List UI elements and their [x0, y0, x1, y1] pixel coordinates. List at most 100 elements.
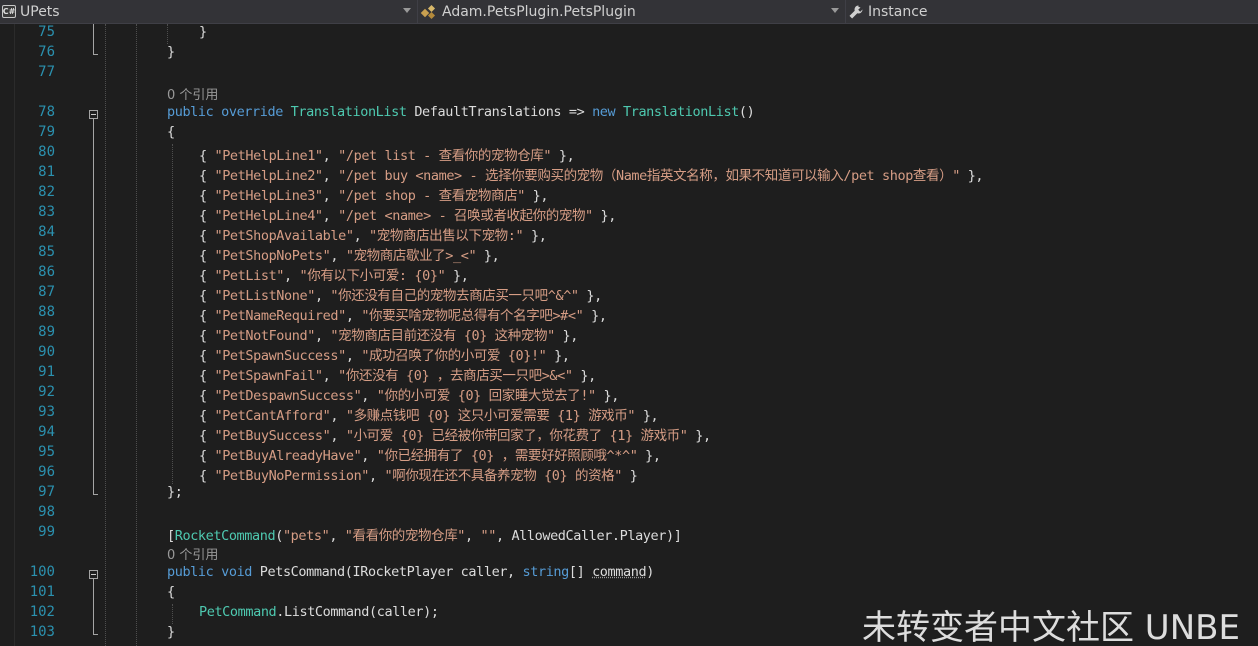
code-text[interactable]: { "PetBuyNoPermission", "啊你现在还不具备养宠物 {0}… — [199, 464, 638, 484]
code-text[interactable]: { "PetList", "你有以下小可爱: {0}" }, — [199, 264, 469, 284]
line-number: 101 — [29, 584, 55, 600]
type-token: TranslationList — [622, 104, 739, 120]
codelens-references-link[interactable]: 0 个引用 — [167, 84, 218, 103]
chevron-down-icon[interactable] — [403, 8, 411, 13]
code-editor[interactable]: 75} 76} 77 0 个引用 78 public override Translati… — [0, 24, 1258, 646]
code-text[interactable]: PetCommand.ListCommand(caller); — [199, 604, 439, 620]
code-token: { — [199, 228, 215, 244]
code-token: , — [330, 408, 346, 424]
line-number: 83 — [38, 204, 55, 220]
string-token: "/pet <name> - 召唤或者收起你的宠物" — [338, 208, 593, 224]
codelens-references-link[interactable]: 0 个引用 — [167, 544, 218, 563]
code-token: PetsCommand(IRocketPlayer caller, — [252, 564, 523, 580]
code-text[interactable]: { "PetHelpLine3", "/pet shop - 查看宠物商店" }… — [199, 184, 549, 204]
code-text[interactable]: { "PetHelpLine4", "/pet <name> - 召唤或者收起你… — [199, 204, 616, 224]
code-token: { — [199, 348, 215, 364]
member-dropdown[interactable]: Instance — [846, 0, 1258, 23]
code-text[interactable]: { "PetDespawnSuccess", "你的小可爱 {0} 回家睡大觉去… — [199, 384, 619, 404]
code-line: 96 { "PetBuyNoPermission", "啊你现在还不具备养宠物 {… — [0, 464, 1258, 484]
code-line: 87 { "PetListNone", "你还没有自己的宠物去商店买一只吧^&^"… — [0, 284, 1258, 304]
code-text[interactable]: public void PetsCommand(IRocketPlayer ca… — [167, 564, 654, 580]
code-token: }, — [546, 348, 570, 364]
code-text[interactable]: } — [167, 624, 175, 640]
code-token: ( — [275, 528, 283, 544]
code-line: 80 { "PetHelpLine1", "/pet list - 查看你的宠物仓… — [0, 144, 1258, 164]
chevron-down-icon[interactable] — [831, 8, 839, 13]
code-line: 82 { "PetHelpLine3", "/pet shop - 查看宠物商店"… — [0, 184, 1258, 204]
code-token: { — [199, 168, 215, 184]
string-token: "PetList" — [214, 268, 285, 284]
string-token: "啊你现在还不具备养宠物 {0} 的资格" — [384, 468, 623, 484]
code-token: , — [322, 188, 339, 204]
code-text[interactable]: { — [167, 124, 175, 140]
code-token: }, — [595, 388, 620, 404]
code-token: , — [330, 428, 346, 444]
code-token: }, — [578, 288, 602, 304]
code-text[interactable]: { "PetShopNoPets", "宠物商店歇业了>_<" }, — [199, 244, 500, 264]
string-token: "PetListNone" — [214, 288, 315, 304]
line-number: 99 — [38, 524, 55, 540]
keyword-token: string — [522, 564, 570, 580]
project-dropdown-label: UPets — [20, 3, 60, 20]
code-token: { — [199, 288, 215, 304]
line-number: 87 — [38, 284, 55, 300]
code-token: }, — [687, 428, 711, 444]
string-token: "/pet shop - 查看宠物商店" — [338, 188, 525, 204]
line-number: 80 — [38, 144, 55, 160]
code-token: }, — [445, 268, 469, 284]
string-token: "宠物商店目前还没有 {0} 这种宠物" — [330, 328, 555, 344]
code-text[interactable]: public override TranslationList DefaultT… — [167, 104, 755, 120]
string-token: "PetSpawnSuccess" — [214, 348, 346, 364]
code-text[interactable]: { "PetSpawnFail", "你还没有 {0} ，去商店买一只吧>&<"… — [199, 364, 596, 384]
string-token: "你要买啥宠物呢总得有个名字吧>#<" — [361, 308, 584, 324]
code-text[interactable]: { "PetHelpLine1", "/pet list - 查看你的宠物仓库"… — [199, 144, 575, 164]
code-token: }, — [637, 448, 661, 464]
wrench-icon — [848, 4, 864, 20]
string-token: "PetHelpLine2" — [214, 168, 323, 184]
code-text[interactable]: { "PetBuySuccess", "小可爱 {0} 已经被你带回家了，你花费… — [199, 424, 711, 444]
code-text[interactable]: { "PetNameRequired", "你要买啥宠物呢总得有个名字吧>#<"… — [199, 304, 607, 324]
code-token: DefaultTranslations => — [406, 104, 593, 120]
line-number: 86 — [38, 264, 55, 280]
code-line: 75} — [0, 24, 1258, 44]
code-text[interactable]: { "PetShopAvailable", "宠物商店出售以下宠物:" }, — [199, 224, 547, 244]
class-dropdown[interactable]: Adam.PetsPlugin.PetsPlugin — [418, 0, 846, 23]
code-token: }, — [523, 228, 547, 244]
code-token: , — [284, 268, 300, 284]
code-text[interactable]: { "PetSpawnSuccess", "成功召唤了你的小可爱 {0}!" }… — [199, 344, 570, 364]
keyword-token: public — [167, 564, 214, 580]
code-text[interactable]: } — [167, 44, 175, 60]
type-token: TranslationList — [290, 104, 407, 120]
code-text[interactable]: }; — [167, 484, 183, 500]
code-token: }, — [583, 308, 607, 324]
code-token: , — [322, 368, 339, 384]
code-line: 77 — [0, 64, 1258, 84]
line-number: 97 — [38, 484, 55, 500]
code-line: 95 { "PetBuyAlreadyHave", "你已经拥有了 {0} ，需要… — [0, 444, 1258, 464]
code-token: } — [622, 468, 638, 484]
code-text[interactable]: { "PetNotFound", "宠物商店目前还没有 {0} 这种宠物" }, — [199, 324, 578, 344]
code-text[interactable]: { "PetBuyAlreadyHave", "你已经拥有了 {0} ，需要好好… — [199, 444, 661, 464]
code-text[interactable]: { — [167, 584, 175, 600]
code-token: { — [167, 584, 175, 600]
project-dropdown[interactable]: C# UPets — [0, 0, 418, 23]
code-token: { — [199, 188, 215, 204]
class-dropdown-label: Adam.PetsPlugin.PetsPlugin — [442, 3, 636, 20]
code-text[interactable]: { "PetHelpLine2", "/pet buy <name> - 选择你… — [199, 164, 984, 184]
code-text[interactable]: { "PetListNone", "你还没有自己的宠物去商店买一只吧^&^" }… — [199, 284, 602, 304]
string-token: "成功召唤了你的小可爱 {0}!" — [361, 348, 547, 364]
code-text[interactable]: { "PetCantAfford", "多赚点钱吧 {0} 这只小可爱需要 {1… — [199, 404, 659, 424]
code-line: 84 { "PetShopAvailable", "宠物商店出售以下宠物:" }, — [0, 224, 1258, 244]
code-line: 99 [RocketCommand("pets", "看看你的宠物仓库", "",… — [0, 524, 1258, 544]
code-line: 100 public void PetsCommand(IRocketPlayer… — [0, 564, 1258, 584]
code-text[interactable]: } — [199, 24, 207, 40]
code-token: , — [353, 228, 370, 244]
class-icon — [420, 4, 438, 20]
string-token: "宠物商店出售以下宠物:" — [369, 228, 524, 244]
code-token: , — [329, 528, 345, 544]
line-number: 100 — [29, 564, 55, 580]
member-dropdown-label: Instance — [868, 3, 928, 20]
code-text[interactable]: [RocketCommand("pets", "看看你的宠物仓库", "", A… — [167, 524, 682, 544]
code-token: }, — [959, 168, 984, 184]
